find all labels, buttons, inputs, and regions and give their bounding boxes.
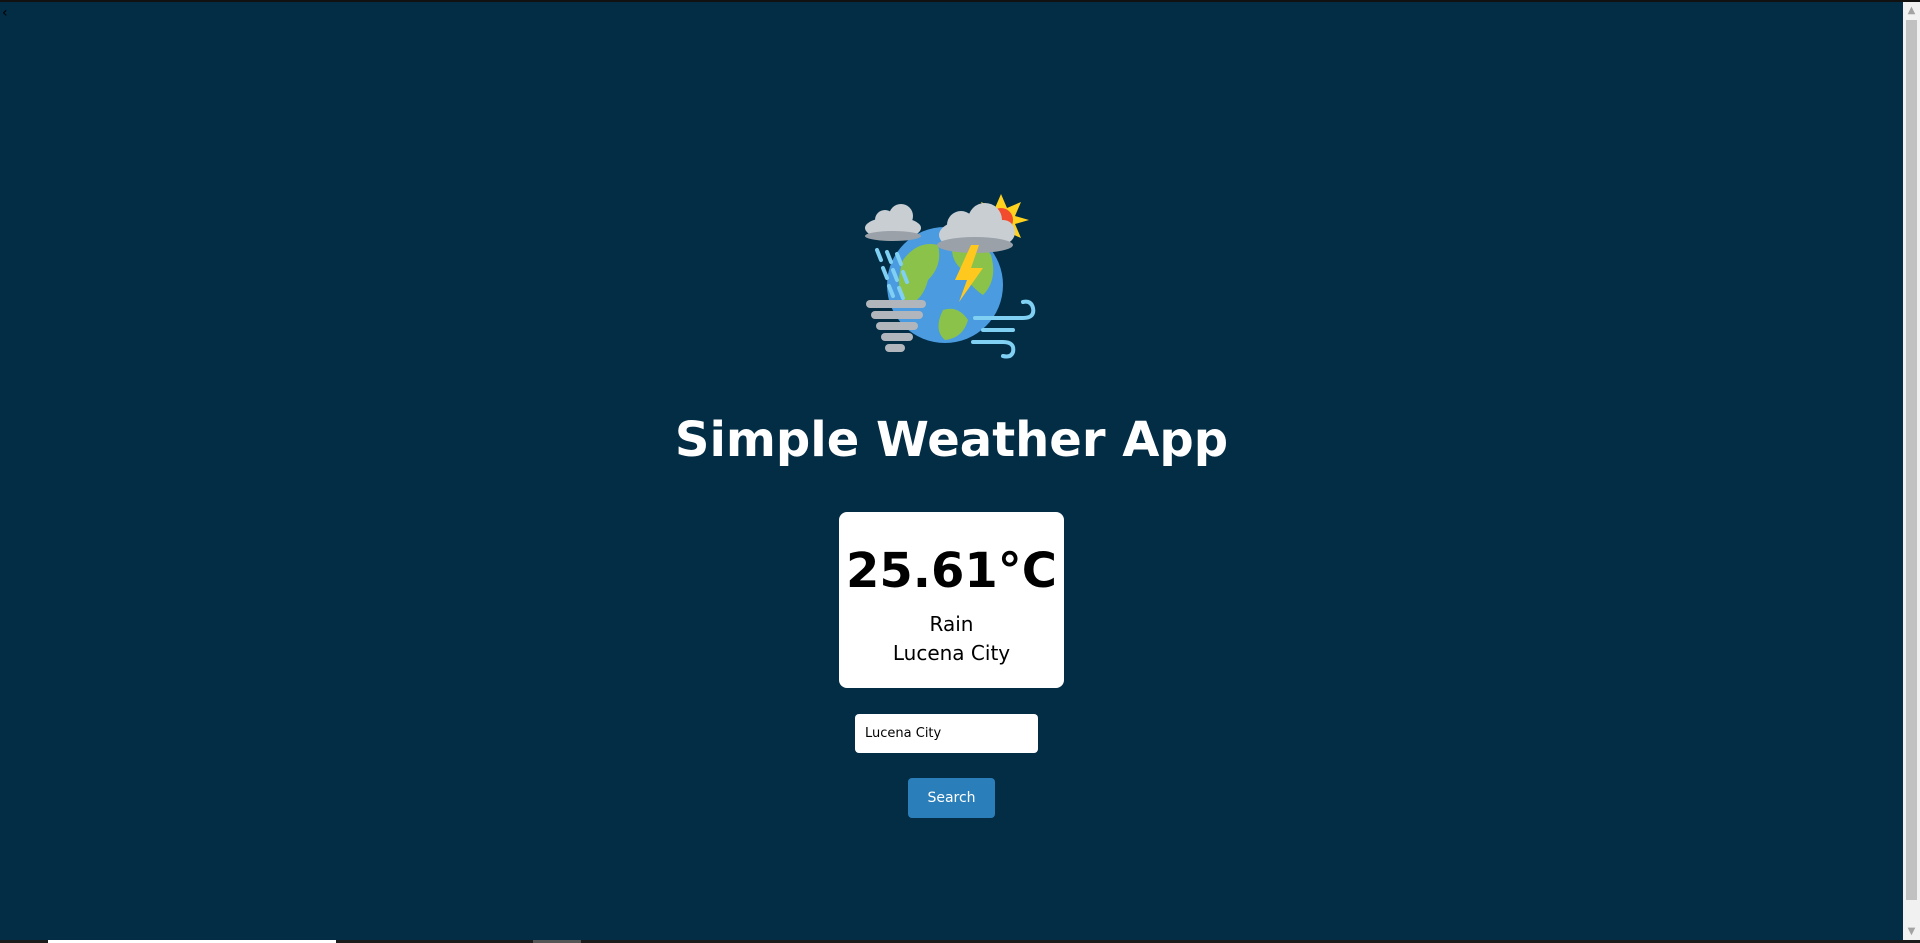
- scroll-down-arrow-icon[interactable]: ▼: [1903, 923, 1920, 940]
- weather-card: 25.61°C Rain Lucena City: [839, 512, 1064, 688]
- page-title: Simple Weather App: [674, 412, 1229, 468]
- back-arrow-icon[interactable]: ‹: [2, 6, 8, 20]
- scrollbar-thumb[interactable]: [1906, 20, 1917, 900]
- weather-globe-icon: [865, 194, 1036, 359]
- scroll-up-arrow-icon[interactable]: ▲: [1903, 2, 1920, 19]
- search-button[interactable]: Search: [908, 778, 995, 818]
- vertical-scrollbar[interactable]: ▲ ▼: [1903, 2, 1920, 940]
- city-name: Lucena City: [892, 641, 1011, 665]
- city-search-input[interactable]: [855, 714, 1038, 753]
- weather-condition: Rain: [929, 612, 974, 636]
- temperature-value: 25.61°C: [845, 543, 1058, 599]
